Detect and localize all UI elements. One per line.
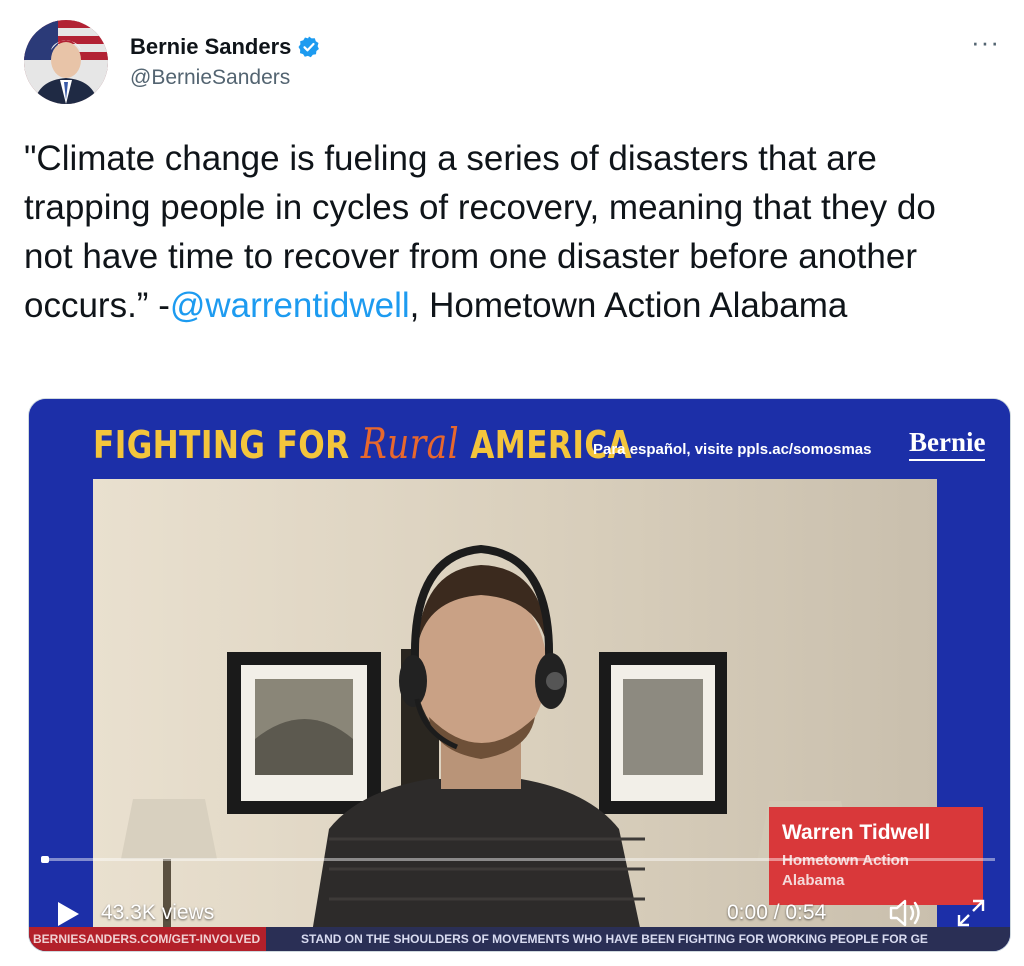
tweet-text-after: , Hometown Action Alabama <box>409 286 848 325</box>
bernie-logo: Bernie <box>909 427 986 461</box>
view-count: 43.3K views <box>101 901 215 924</box>
avatar[interactable] <box>24 20 108 104</box>
banner-title: FIGHTING FOR Rural AMERICA <box>93 419 632 468</box>
avatar-image <box>24 20 108 104</box>
speaker-organization: Hometown Action Alabama <box>782 852 909 889</box>
more-options-icon[interactable]: ··· <box>971 29 1000 55</box>
news-ticker: BERNIESANDERS.COM/GET-INVOLVED STAND ON … <box>29 927 1010 951</box>
video-progress-knob[interactable] <box>41 856 49 863</box>
verified-badge-icon <box>297 35 321 59</box>
author-name-row[interactable]: Bernie Sanders <box>130 34 321 60</box>
video-time: 0:00 / 0:54 <box>727 901 827 924</box>
video-player[interactable]: FIGHTING FOR Rural AMERICA Para español,… <box>28 398 1011 952</box>
video-progress-bar[interactable] <box>43 858 995 861</box>
banner-title-start: FIGHTING FOR <box>93 423 361 467</box>
author-name[interactable]: Bernie Sanders <box>130 34 291 60</box>
tweet-text: "Climate change is fueling a series of d… <box>24 134 994 330</box>
author-handle[interactable]: @BernieSanders <box>130 66 290 90</box>
speaker-name: Warren Tidwell <box>782 821 931 844</box>
speaker-nameplate: Warren Tidwell Hometown Action Alabama <box>769 807 983 905</box>
ticker-text: STAND ON THE SHOULDERS OF MOVEMENTS WHO … <box>301 932 928 946</box>
banner-title-script: Rural <box>360 419 460 468</box>
ticker-tag: BERNIESANDERS.COM/GET-INVOLVED <box>29 927 267 951</box>
mention-link[interactable]: @warrentidwell <box>170 286 410 325</box>
banner-subtitle: Para español, visite ppls.ac/somosmas <box>593 441 872 458</box>
